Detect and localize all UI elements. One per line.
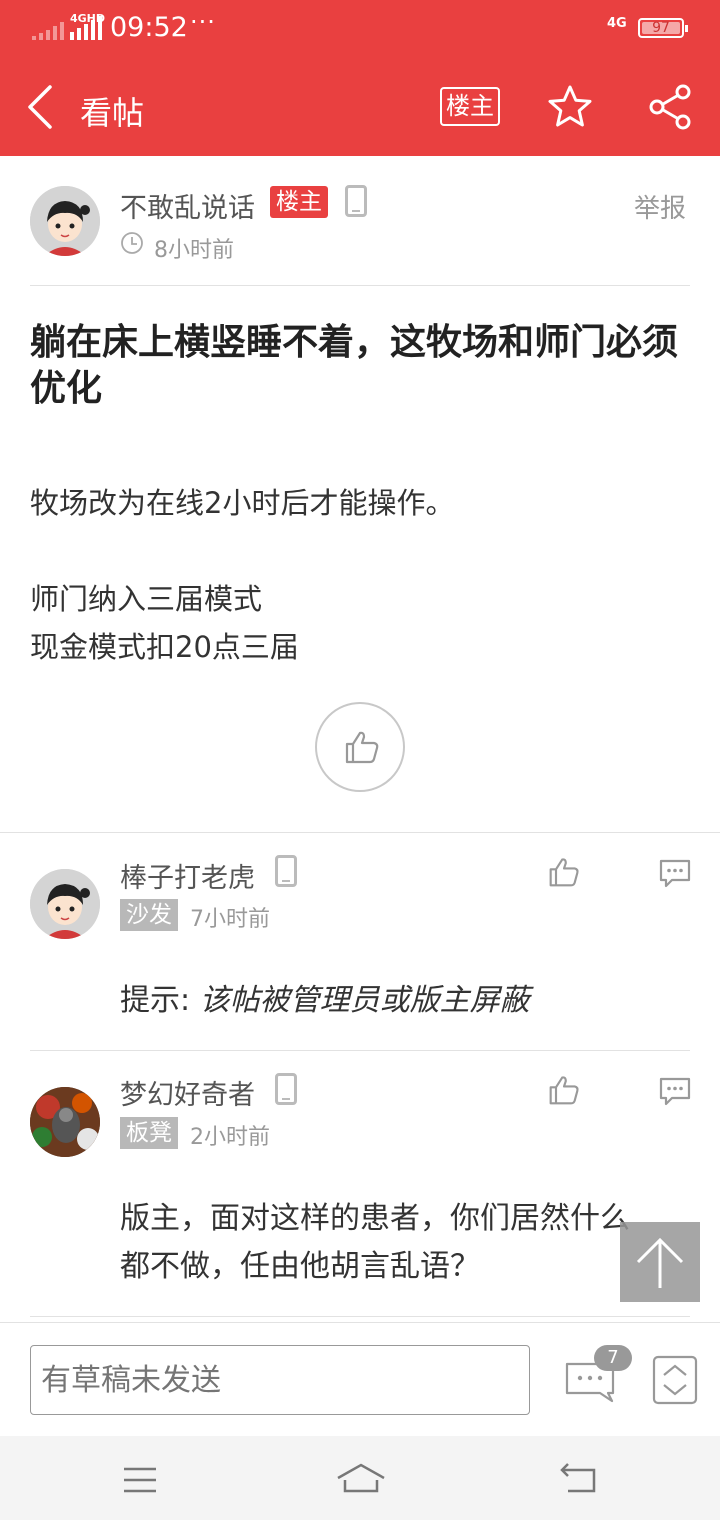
share-icon[interactable] xyxy=(648,84,692,130)
notice-prefix: 提示: xyxy=(120,983,200,1018)
thumbs-up-icon[interactable] xyxy=(548,856,580,888)
network-type: 4G xyxy=(607,16,627,31)
thumbs-up-icon[interactable] xyxy=(548,1074,580,1106)
mobile-device-icon xyxy=(275,855,297,887)
reply-input-bar: 7 xyxy=(0,1322,720,1436)
reply-content: 提示: 该帖被管理员或版主屏蔽 xyxy=(120,977,680,1025)
post-time: 8小时前 xyxy=(154,238,234,263)
battery-icon: 97 xyxy=(638,18,688,38)
cartoon-avatar-icon xyxy=(30,869,100,939)
avatar[interactable] xyxy=(30,1087,100,1157)
home-icon[interactable] xyxy=(336,1462,386,1494)
post-author-name[interactable]: 不敢乱说话 xyxy=(120,186,255,225)
photo-avatar-icon xyxy=(30,1087,100,1157)
floor-badge: 板凳 xyxy=(120,1117,178,1149)
post-body-line: 现金模式扣20点三届 xyxy=(30,630,299,664)
status-more-indicator: ··· xyxy=(190,8,216,36)
page-jump-icon[interactable] xyxy=(652,1355,698,1405)
menu-icon[interactable] xyxy=(122,1466,158,1494)
reply-input[interactable] xyxy=(30,1345,530,1415)
reply-author-name[interactable]: 棒子打老虎 xyxy=(120,856,255,895)
signal-sim2-icon: 4GHD xyxy=(70,12,105,40)
floor-badge: 沙发 xyxy=(120,899,178,931)
cartoon-avatar-icon xyxy=(30,186,100,256)
signal-sim1-icon xyxy=(32,22,64,40)
page-title: 看帖 xyxy=(80,94,145,132)
arrow-up-icon xyxy=(636,1237,684,1288)
scroll-to-top-button[interactable] xyxy=(620,1222,700,1302)
top-bar: 4GHD 09:52 ··· 4G 97 看帖 楼主 xyxy=(0,0,720,156)
battery-level: 97 xyxy=(652,20,670,36)
post-title: 躺在床上横竖睡不着，这牧场和师门必须优化 xyxy=(30,322,679,409)
blocked-notice: 该帖被管理员或版主屏蔽 xyxy=(199,983,530,1018)
divider xyxy=(30,1316,690,1317)
status-bar: 4GHD 09:52 ··· 4G 97 xyxy=(0,0,720,56)
comment-icon[interactable] xyxy=(658,1076,692,1106)
thumbs-up-icon xyxy=(345,731,379,764)
post-body-line: 师门纳入三届模式 xyxy=(30,582,263,616)
mobile-device-icon xyxy=(275,1073,297,1105)
like-post-button[interactable] xyxy=(315,702,405,792)
system-nav-bar xyxy=(0,1436,720,1520)
clock-icon xyxy=(121,232,143,254)
clock: 09:52 xyxy=(110,12,188,43)
divider xyxy=(30,1050,690,1051)
post-body-line: 牧场改为在线2小时后才能操作。 xyxy=(30,486,455,520)
reply-author-name[interactable]: 梦幻好奇者 xyxy=(120,1073,255,1112)
back-arrow-icon[interactable] xyxy=(22,84,62,130)
reply-time: 7小时前 xyxy=(190,907,270,932)
comment-icon[interactable] xyxy=(658,858,692,888)
reply-line: 都不做，任由他胡言乱语？ xyxy=(120,1249,480,1284)
section-divider xyxy=(0,832,720,833)
only-owner-button[interactable]: 楼主 xyxy=(440,87,500,126)
comment-count-badge: 7 xyxy=(594,1345,632,1371)
divider xyxy=(30,285,690,286)
favorite-star-icon[interactable] xyxy=(547,84,593,130)
avatar[interactable] xyxy=(30,869,100,939)
avatar[interactable] xyxy=(30,186,100,256)
owner-badge: 楼主 xyxy=(270,186,328,218)
reply-line: 版主，面对这样的患者，你们居然什么 xyxy=(120,1201,630,1236)
mobile-device-icon xyxy=(345,185,367,217)
back-nav-icon[interactable] xyxy=(560,1462,600,1494)
reply-time: 2小时前 xyxy=(190,1125,270,1150)
app-screen: 4GHD 09:52 ··· 4G 97 看帖 楼主 不敢乱说话 楼主 8小时前… xyxy=(0,0,720,1520)
reply-content: 版主，面对这样的患者，你们居然什么 都不做，任由他胡言乱语？ xyxy=(120,1195,680,1291)
report-link[interactable]: 举报 xyxy=(634,188,686,225)
